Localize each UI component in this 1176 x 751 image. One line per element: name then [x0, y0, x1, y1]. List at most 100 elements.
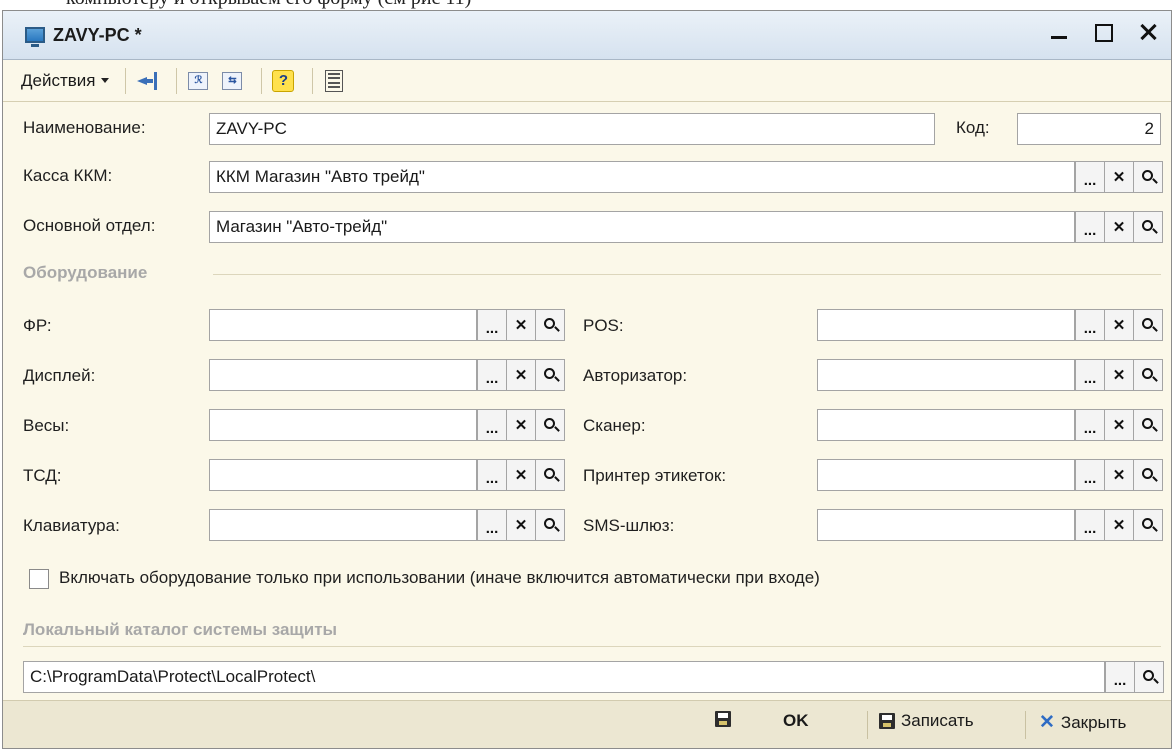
label-printer-label: Принтер этикеток:	[583, 466, 727, 485]
open-button[interactable]	[535, 310, 564, 340]
sms-gateway-field[interactable]	[817, 509, 1075, 541]
clear-icon[interactable]: ✕	[1104, 212, 1133, 242]
clear-icon[interactable]: ✕	[506, 510, 535, 540]
close-button[interactable]: ✕ Закрыть	[1039, 711, 1126, 734]
authorizer-field[interactable]	[817, 359, 1075, 391]
list-view-button[interactable]	[321, 68, 347, 94]
ok-label: OK	[783, 711, 809, 730]
close-icon: ✕	[1039, 712, 1055, 733]
tsd-field[interactable]	[209, 459, 477, 491]
refresh-button[interactable]: ℛ	[185, 68, 211, 94]
clear-icon[interactable]: ✕	[506, 310, 535, 340]
title-bar[interactable]: ZAVY-PC *	[3, 11, 1171, 60]
ok-button[interactable]: OK	[783, 711, 809, 731]
select-button[interactable]: ...	[1075, 510, 1104, 540]
kkm-field[interactable]: ККМ Магазин "Авто трейд"	[209, 161, 1075, 193]
dept-buttons: ... ✕	[1075, 211, 1163, 243]
toolbar-separator	[176, 67, 178, 94]
scanner-field[interactable]	[817, 409, 1075, 441]
only-when-used-checkbox[interactable]	[29, 569, 49, 589]
clear-icon[interactable]: ✕	[1104, 410, 1133, 440]
form-body: Наименование: ZAVY-PC Код: 2 Касса ККМ: …	[3, 103, 1171, 693]
clear-icon[interactable]: ✕	[506, 410, 535, 440]
minimize-button[interactable]	[1049, 21, 1071, 43]
select-button[interactable]: ...	[1075, 212, 1104, 242]
list-icon	[325, 69, 344, 92]
pos-buttons: ... ✕	[1075, 309, 1163, 341]
save-icon	[715, 711, 731, 727]
name-field[interactable]: ZAVY-PC	[209, 113, 935, 145]
select-button[interactable]: ...	[477, 460, 506, 490]
search-icon	[1141, 468, 1153, 479]
protect-path-field[interactable]: C:\ProgramData\Protect\LocalProtect\	[23, 661, 1105, 693]
document-text: компьютеру и открываем его форму (см рис…	[66, 0, 471, 10]
fr-label: ФР:	[23, 316, 52, 335]
search-icon	[543, 518, 555, 529]
scanner-buttons: ... ✕	[1075, 409, 1163, 441]
keyboard-field[interactable]	[209, 509, 477, 541]
clear-icon[interactable]: ✕	[1104, 360, 1133, 390]
display-field[interactable]	[209, 359, 477, 391]
scales-field[interactable]	[209, 409, 477, 441]
search-icon	[543, 418, 555, 429]
fr-field[interactable]	[209, 309, 477, 341]
label-printer-buttons: ... ✕	[1075, 459, 1163, 491]
label-printer-field[interactable]	[817, 459, 1075, 491]
help-icon: ?	[272, 69, 295, 92]
search-icon	[1141, 518, 1153, 529]
copy-button[interactable]: ⇆	[219, 68, 245, 94]
maximize-button[interactable]	[1093, 21, 1115, 43]
clear-icon[interactable]: ✕	[1104, 460, 1133, 490]
search-icon	[1141, 170, 1153, 181]
keyboard-label: Клавиатура:	[23, 516, 120, 535]
open-button[interactable]	[1133, 410, 1162, 440]
select-button[interactable]: ...	[1075, 310, 1104, 340]
pos-field[interactable]	[817, 309, 1075, 341]
select-button[interactable]: ...	[1075, 410, 1104, 440]
open-button[interactable]	[535, 410, 564, 440]
section-divider	[23, 646, 1161, 647]
footer-separator	[1025, 711, 1026, 739]
open-button[interactable]	[1133, 360, 1162, 390]
select-button[interactable]: ...	[1075, 360, 1104, 390]
select-button[interactable]: ...	[1105, 662, 1134, 692]
open-button[interactable]	[535, 510, 564, 540]
select-button[interactable]: ...	[477, 310, 506, 340]
save-button[interactable]: Записать	[879, 711, 974, 731]
select-button[interactable]: ...	[477, 510, 506, 540]
clear-icon[interactable]: ✕	[1104, 162, 1133, 192]
code-field[interactable]: 2	[1017, 113, 1161, 145]
open-button[interactable]	[1133, 212, 1162, 242]
open-button[interactable]	[1134, 662, 1163, 692]
clear-icon[interactable]: ✕	[1104, 510, 1133, 540]
open-button[interactable]	[535, 460, 564, 490]
close-window-button[interactable]	[1137, 21, 1159, 43]
open-button[interactable]	[1133, 460, 1162, 490]
select-button[interactable]: ...	[477, 410, 506, 440]
open-button[interactable]	[1133, 510, 1162, 540]
clear-icon[interactable]: ✕	[506, 360, 535, 390]
open-button[interactable]	[535, 360, 564, 390]
clear-icon[interactable]: ✕	[506, 460, 535, 490]
close-label: Закрыть	[1060, 712, 1127, 732]
help-button[interactable]: ?	[270, 68, 296, 94]
keyboard-buttons: ... ✕	[477, 509, 565, 541]
select-button[interactable]: ...	[477, 360, 506, 390]
pos-label: POS:	[583, 316, 624, 335]
scales-label: Весы:	[23, 416, 70, 435]
search-icon	[543, 468, 555, 479]
actions-menu[interactable]: Действия	[21, 71, 117, 91]
dept-field[interactable]: Магазин "Авто-трейд"	[209, 211, 1075, 243]
footer-separator	[867, 711, 868, 739]
back-button[interactable]	[134, 68, 160, 94]
clear-icon[interactable]: ✕	[1104, 310, 1133, 340]
fr-buttons: ... ✕	[477, 309, 565, 341]
select-button[interactable]: ...	[1075, 162, 1104, 192]
open-button[interactable]	[1133, 310, 1162, 340]
save-and-close-icon-button[interactable]	[715, 711, 731, 727]
open-button[interactable]	[1133, 162, 1162, 192]
section-divider	[213, 274, 1161, 275]
select-button[interactable]: ...	[1075, 460, 1104, 490]
search-icon	[1142, 670, 1154, 681]
search-icon	[1141, 418, 1153, 429]
